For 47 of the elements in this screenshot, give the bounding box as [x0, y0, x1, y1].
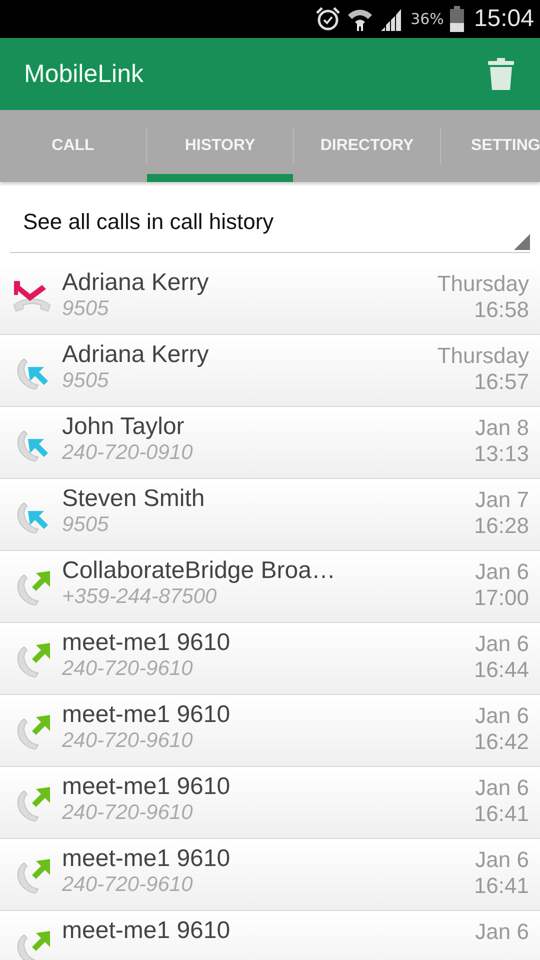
alarm-icon: [314, 6, 341, 32]
battery-percent: 36%: [410, 10, 444, 28]
wifi-icon: [346, 7, 373, 31]
call-date: Jan 6: [475, 703, 529, 729]
contact-name: meet-me1 9610: [62, 917, 232, 945]
phone-number: 9505: [62, 513, 110, 537]
phone-number: 9505: [62, 369, 110, 393]
call-filter-dropdown[interactable]: See all calls in call history: [10, 192, 530, 253]
call-time: 13:13: [474, 441, 529, 467]
contact-name: Steven Smith: [62, 485, 206, 513]
phone-number: 240-720-9610: [62, 873, 194, 897]
call-time: 16:42: [474, 729, 529, 755]
call-time: 16:41: [474, 873, 529, 899]
call-date: Jan 6: [475, 847, 529, 873]
call-time: 17:00: [474, 585, 529, 611]
call-date: Thursday: [437, 343, 529, 369]
battery-icon: [450, 6, 464, 32]
call-date: Jan 6: [475, 631, 529, 657]
contact-name: meet-me1 9610: [62, 701, 232, 729]
call-date: Jan 7: [475, 487, 529, 513]
contact-name: Adriana Kerry: [62, 269, 210, 297]
call-date: Thursday: [437, 271, 529, 297]
contact-name: meet-me1 9610: [62, 629, 232, 657]
call-time: 16:41: [474, 801, 529, 827]
phone-number: 240-720-9610: [62, 729, 194, 753]
phone-number: 240-720-9610: [62, 657, 194, 681]
call-time: 16:28: [474, 513, 529, 539]
phone-number: 9505: [62, 297, 110, 321]
call-date: Jan 8: [475, 415, 529, 441]
app-title: MobileLink: [24, 60, 144, 88]
call-date: Jan 6: [475, 775, 529, 801]
contact-name: CollaborateBridge Broa…: [62, 557, 336, 585]
phone-number: 240-720-9610: [62, 801, 194, 825]
call-time: 16:58: [474, 297, 529, 323]
call-time: 16:44: [474, 657, 529, 683]
contact-name: Adriana Kerry: [62, 341, 210, 369]
dropdown-corner-icon: [514, 234, 530, 250]
trash-icon[interactable]: [488, 58, 514, 90]
contact-name: meet-me1 9610: [62, 773, 232, 801]
status-time: 15:04: [474, 5, 534, 33]
contact-name: meet-me1 9610: [62, 845, 232, 873]
call-date: Jan 6: [475, 559, 529, 585]
phone-number: +359-244-87500: [62, 585, 218, 609]
contact-name: John Taylor: [62, 413, 186, 441]
call-date: Jan 6: [475, 919, 529, 945]
phone-number: 240-720-0910: [62, 441, 194, 465]
call-time: 16:57: [474, 369, 529, 395]
